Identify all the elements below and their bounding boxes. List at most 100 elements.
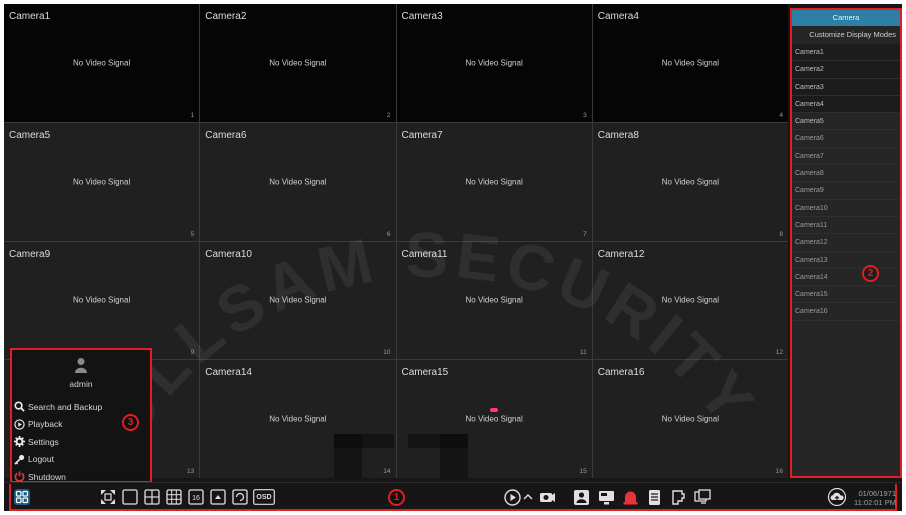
channel-number: 4 <box>779 111 783 119</box>
no-signal-text: No Video Signal <box>73 58 131 68</box>
camera-cell-12[interactable]: Camera12 No Video Signal 12 <box>592 241 788 360</box>
channel-number: 2 <box>386 111 391 119</box>
layout-9-button[interactable] <box>165 488 183 506</box>
camera-list-item[interactable]: Camera16 <box>792 303 900 321</box>
camera-cell-6[interactable]: Camera6 No Video Signal 6 <box>200 122 396 241</box>
menu-item-logout[interactable]: Logout <box>14 451 102 469</box>
customize-display-modes-link[interactable]: Customize Display Modes <box>792 26 900 43</box>
camera-list-item[interactable]: Camera8 <box>792 165 900 183</box>
camera-cell-9[interactable]: Camera9 No Video Signal 9 <box>4 241 200 360</box>
camera-list-item[interactable]: Camera11 <box>792 217 900 235</box>
chevron-up-icon <box>523 494 533 500</box>
alarm-button[interactable] <box>620 488 640 506</box>
channel-number: 13 <box>187 468 195 475</box>
camera-cell-1[interactable]: Camera1 No Video Signal 1 <box>4 4 200 122</box>
menu-item-search-and-backup[interactable]: Search and Backup <box>14 398 102 416</box>
camera-cell-16[interactable]: Camera16 No Video Signal 16 <box>592 360 788 478</box>
ptz-button[interactable] <box>537 488 557 506</box>
nvr-screen: Camera1 No Video Signal 1 Camera2 No Video … <box>4 4 902 511</box>
camera-cell-7[interactable]: Camera7 No Video Signal 7 <box>396 122 592 241</box>
taskbar: 16 OSD 1 01/06/1971 11:02:01 PM <box>4 482 902 511</box>
camera-list-item[interactable]: Camera13 <box>792 252 900 269</box>
single-view-icon <box>122 489 138 505</box>
alarm-light-icon <box>623 491 637 504</box>
camera-side-panel: Camera Customize Display Modes Camera1 C… <box>790 8 902 478</box>
camera-list-item[interactable]: Camera4 <box>792 95 900 114</box>
camera-list-item[interactable]: Camera15 <box>792 286 900 304</box>
picture-in-picture-icon <box>210 489 226 505</box>
menu-item-playback[interactable]: Playback <box>14 416 102 434</box>
osd-label: OSD <box>256 493 272 501</box>
play-circle-icon <box>503 488 521 506</box>
disk-info-button[interactable] <box>644 488 664 506</box>
channel-number: 14 <box>383 468 391 475</box>
key-icon <box>14 454 25 465</box>
camera-cell-15[interactable]: Camera15 No Video Signal 15 <box>396 360 592 478</box>
channel-number: 16 <box>775 468 783 475</box>
layout-1-button[interactable] <box>121 488 139 506</box>
manual-record-button[interactable] <box>571 488 591 506</box>
gear-icon <box>14 436 25 448</box>
no-signal-text: No Video Signal <box>73 295 131 305</box>
camera-list: Camera1 Camera2 Camera3 Camera4 Camera5 … <box>792 44 900 321</box>
camera-cell-8[interactable]: Camera8 No Video Signal 8 <box>592 122 788 241</box>
camera-list-item[interactable]: Camera1 <box>792 44 900 62</box>
cloud-button[interactable] <box>826 488 848 506</box>
camera-list-item[interactable]: Camera5 <box>792 113 900 131</box>
display-output-button[interactable] <box>692 488 712 506</box>
channel-number: 6 <box>386 230 391 238</box>
camera-list-item[interactable]: Camera7 <box>792 148 900 166</box>
channel-number: 5 <box>190 230 195 238</box>
camera-list-item[interactable]: Camera3 <box>792 78 900 96</box>
camera-list-item[interactable]: Camera12 <box>792 234 900 252</box>
osd-button[interactable]: OSD <box>253 488 275 506</box>
no-signal-text: No Video Signal <box>661 177 719 187</box>
layout-4-button[interactable] <box>143 488 161 506</box>
start-menu-icon <box>14 489 30 505</box>
sequence-button[interactable] <box>231 488 249 506</box>
camera-icon <box>540 493 555 502</box>
channel-number: 10 <box>383 349 391 357</box>
camera-list-item[interactable]: Camera10 <box>792 200 900 217</box>
menu-item-label: Logout <box>28 454 54 465</box>
camera-cell-5[interactable]: Camera5 No Video Signal 5 <box>4 122 200 241</box>
camera-cell-14[interactable]: Camera14 No Video Signal 14 <box>200 360 396 478</box>
play-circle-icon <box>14 419 25 430</box>
search-icon <box>14 401 25 412</box>
camera-list-item[interactable]: Camera2 <box>792 61 900 79</box>
camera-cell-11[interactable]: Camera11 No Video Signal 11 <box>396 241 592 360</box>
user-avatar-icon <box>75 358 87 373</box>
camera-cell-10[interactable]: Camera10 No Video Signal 10 <box>200 241 396 360</box>
camera-list-item[interactable]: Camera9 <box>792 182 900 200</box>
camera-cell-2[interactable]: Camera2 No Video Signal 2 <box>200 4 396 122</box>
layout-16-button[interactable]: 16 <box>187 488 205 506</box>
camera-name: Camera2 <box>205 11 247 22</box>
power-icon <box>14 471 25 482</box>
tab-camera[interactable]: Camera <box>792 10 900 26</box>
camera-cell-3[interactable]: Camera3 No Video Signal 3 <box>396 4 592 122</box>
camera-cell-4[interactable]: Camera4 No Video Signal 4 <box>592 4 788 122</box>
camera-list-item[interactable]: Camera6 <box>792 130 900 148</box>
start-menu-button[interactable] <box>12 488 32 506</box>
fullscreen-button[interactable] <box>99 488 117 506</box>
channel-number: 11 <box>580 349 587 357</box>
channel-number: 8 <box>779 230 783 238</box>
network-button[interactable] <box>668 488 688 506</box>
no-signal-text: No Video Signal <box>465 177 523 187</box>
nine-view-icon <box>166 489 182 505</box>
camera-name: Camera14 <box>205 367 252 379</box>
no-signal-text: No Video Signal <box>269 58 327 68</box>
user-menu-list: Search and Backup Playback Settings Logo… <box>14 398 102 486</box>
menu-item-settings[interactable]: Settings <box>14 433 102 451</box>
pip-button[interactable] <box>209 488 227 506</box>
playback-button[interactable] <box>503 488 521 506</box>
quad-view-icon <box>144 489 160 505</box>
expand-button[interactable] <box>523 488 533 506</box>
camera-list-item[interactable]: Camera14 <box>792 269 900 287</box>
cloud-upload-icon <box>827 488 847 506</box>
snapshot-button[interactable] <box>596 488 616 506</box>
camera-name: Camera4 <box>597 11 639 22</box>
menu-item-label: Settings <box>28 436 59 447</box>
menu-item-label: Shutdown <box>28 471 66 482</box>
no-signal-text: No Video Signal <box>661 295 719 305</box>
